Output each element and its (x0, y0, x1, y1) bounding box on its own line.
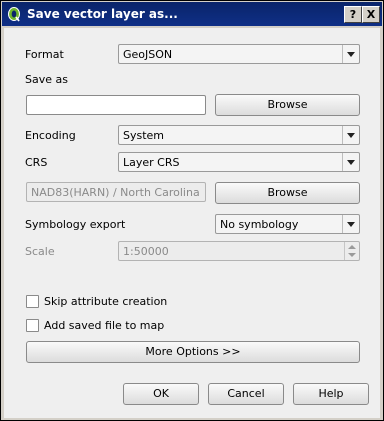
close-title-button[interactable]: X (362, 6, 380, 23)
close-icon: X (366, 8, 376, 21)
scale-spinbox: 1:50000 (118, 241, 360, 261)
scale-value: 1:50000 (123, 245, 169, 258)
add-to-map-checkbox[interactable]: Add saved file to map (26, 319, 226, 333)
format-value: GeoJSON (123, 48, 173, 61)
crs-browse-button[interactable]: Browse (215, 182, 360, 204)
help-button[interactable]: Help (293, 383, 369, 405)
dialog-body: Format GeoJSON Save as Browse Encoding S… (4, 28, 380, 418)
skip-attribute-checkbox[interactable]: Skip attribute creation (26, 295, 226, 309)
qgis-logo-icon (8, 7, 20, 22)
question-icon: ? (349, 8, 357, 21)
skip-attribute-label: Skip attribute creation (44, 295, 168, 308)
add-to-map-label: Add saved file to map (44, 319, 165, 332)
checkbox-icon (26, 319, 39, 332)
chevron-down-icon (342, 45, 359, 63)
selected-crs-field (26, 182, 206, 202)
spin-arrows-icon (344, 242, 359, 260)
crs-label: CRS (25, 156, 48, 169)
encoding-select[interactable]: System (118, 125, 360, 145)
symbology-export-select[interactable]: No symbology (215, 214, 360, 234)
window-title: Save vector layer as... (27, 7, 178, 21)
save-as-label: Save as (25, 73, 68, 86)
scale-label: Scale (25, 245, 55, 258)
ok-button[interactable]: OK (123, 383, 199, 405)
title-bar[interactable]: Save vector layer as... ? X (2, 2, 382, 26)
chevron-down-icon (342, 215, 359, 233)
symbology-export-label: Symbology export (25, 218, 126, 231)
encoding-label: Encoding (25, 129, 76, 142)
symbology-export-value: No symbology (220, 218, 299, 231)
chevron-down-icon (342, 126, 359, 144)
encoding-value: System (123, 129, 165, 142)
crs-value: Layer CRS (123, 156, 180, 169)
crs-select[interactable]: Layer CRS (118, 152, 360, 172)
more-options-button[interactable]: More Options >> (26, 341, 360, 363)
save-as-input[interactable] (26, 95, 206, 115)
help-title-button[interactable]: ? (344, 6, 362, 23)
format-select[interactable]: GeoJSON (118, 44, 360, 64)
save-as-browse-button[interactable]: Browse (215, 94, 360, 116)
format-label: Format (25, 48, 64, 61)
checkbox-icon (26, 295, 39, 308)
chevron-down-icon (342, 153, 359, 171)
dialog-window: Save vector layer as... ? X Format GeoJS… (0, 0, 384, 421)
cancel-button[interactable]: Cancel (208, 383, 284, 405)
